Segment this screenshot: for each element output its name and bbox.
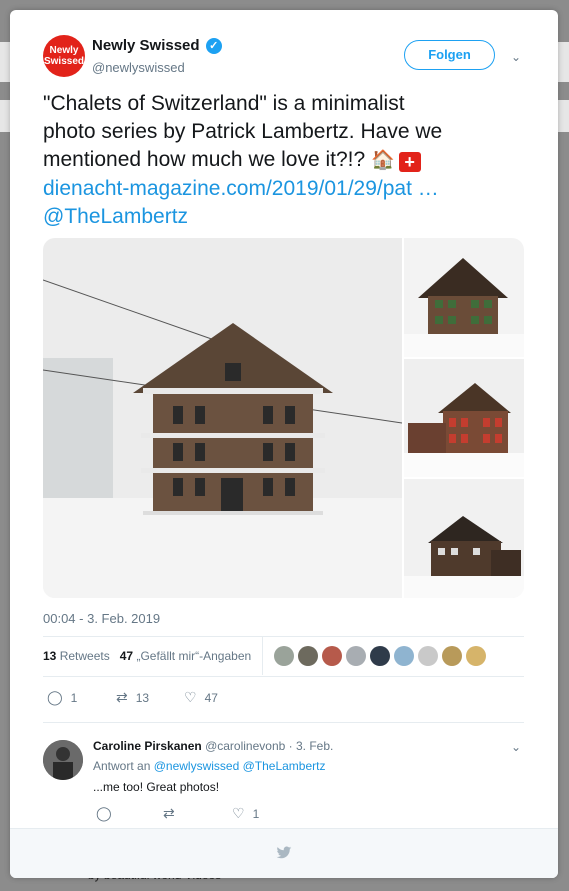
- author-handle[interactable]: @newlyswissed: [92, 60, 185, 75]
- media-photo-mid-right[interactable]: [404, 359, 524, 477]
- tweet-timestamp[interactable]: 00:04 - 3. Feb. 2019: [43, 611, 160, 626]
- liker-avatar[interactable]: [370, 646, 390, 666]
- tweet-text-line3: mentioned how much we love it?!?: [43, 148, 372, 171]
- twitter-bird-icon: [276, 846, 292, 859]
- reply-reply-action[interactable]: ◯: [96, 805, 120, 822]
- liker-avatar[interactable]: [442, 646, 462, 666]
- likes-label: „Gefällt mir“-Angaben: [136, 649, 252, 663]
- tweet-text-line2: photo series by Patrick Lambertz. Have w…: [43, 120, 443, 143]
- reply-author-handle: @carolinevonb: [205, 739, 286, 753]
- stats-separator: [262, 637, 263, 675]
- tweet-text: "Chalets of Switzerland" is a minimalist…: [43, 90, 533, 231]
- liker-avatar[interactable]: [298, 646, 318, 666]
- like-action[interactable]: ♡ 47: [184, 689, 218, 706]
- liker-avatar[interactable]: [346, 646, 366, 666]
- divider: [43, 722, 524, 723]
- reply-author[interactable]: Caroline Pirskanen @carolinevonb · 3. Fe…: [93, 739, 333, 753]
- heart-icon: ♡: [184, 689, 197, 705]
- reply-like-action[interactable]: ♡ 1: [232, 805, 259, 822]
- reply-to: Antwort an @newlyswissed @TheLambertz: [93, 759, 325, 773]
- liker-avatar[interactable]: [418, 646, 438, 666]
- reply-count: 1: [70, 691, 78, 705]
- reply-text: ...me too! Great photos!: [93, 780, 220, 794]
- tweet-media-grid: [43, 238, 524, 598]
- verified-badge-icon: ✓: [205, 38, 222, 54]
- tweet-mention[interactable]: @TheLambertz: [43, 205, 188, 228]
- tweet-modal: Newly Swissed Newly Swissed ✓ @newlyswis…: [10, 10, 558, 878]
- reply-action[interactable]: ◯ 1: [47, 689, 77, 706]
- divider: [43, 676, 524, 677]
- reply-author-avatar[interactable]: [43, 740, 83, 780]
- heart-icon: ♡: [232, 805, 245, 821]
- liker-avatar[interactable]: [466, 646, 486, 666]
- retweet-icon: ⇄: [163, 805, 175, 821]
- liker-avatar[interactable]: [394, 646, 414, 666]
- reply-date: · 3. Feb.: [288, 739, 334, 753]
- tweet-stats: 13 Retweets 47 „Gefällt mir“-Angaben: [43, 649, 251, 663]
- author-name-label: Newly Swissed: [92, 37, 200, 54]
- tweet-text-line1: "Chalets of Switzerland" is a minimalist: [43, 92, 405, 115]
- reply-retweet-action[interactable]: ⇄: [163, 805, 183, 822]
- retweets-stat[interactable]: 13 Retweets: [43, 649, 110, 663]
- reply-like-count: 1: [252, 807, 260, 821]
- media-photo-bottom-right[interactable]: [404, 479, 524, 598]
- reply-to-prefix: Antwort an: [93, 759, 151, 773]
- swiss-flag-emoji-icon: +: [398, 152, 421, 172]
- likes-count: 47: [119, 649, 134, 663]
- author-avatar[interactable]: Newly Swissed: [43, 35, 85, 77]
- retweet-action[interactable]: ⇄ 13: [116, 689, 149, 706]
- likes-stat[interactable]: 47 „Gefällt mir“-Angaben: [120, 649, 251, 663]
- liker-avatar[interactable]: [274, 646, 294, 666]
- reply-icon: ◯: [47, 689, 63, 705]
- retweet-count: 13: [135, 691, 150, 705]
- media-photo-top-right[interactable]: [404, 238, 524, 357]
- divider: [43, 636, 524, 637]
- like-count: 47: [204, 691, 218, 705]
- tweet-link[interactable]: dienacht-magazine.com/2019/01/29/pat …: [43, 177, 439, 200]
- chevron-down-icon[interactable]: ⌄: [511, 740, 521, 754]
- modal-footer: [10, 828, 558, 878]
- follow-button[interactable]: Folgen: [404, 40, 495, 70]
- chevron-down-icon[interactable]: ⌄: [511, 50, 521, 64]
- house-emoji-icon: 🏠: [371, 150, 395, 171]
- liker-avatar[interactable]: [322, 646, 342, 666]
- retweet-icon: ⇄: [116, 689, 128, 705]
- reply-author-name: Caroline Pirskanen: [93, 739, 202, 753]
- author-name[interactable]: Newly Swissed ✓: [92, 37, 222, 54]
- reply-icon: ◯: [96, 805, 112, 821]
- retweets-label: Retweets: [59, 649, 110, 663]
- media-photo-main[interactable]: [43, 238, 403, 598]
- avatar-text: Newly Swissed: [43, 45, 85, 67]
- retweets-count: 13: [43, 649, 57, 663]
- reply-to-mentions[interactable]: @newlyswissed @TheLambertz: [154, 759, 326, 773]
